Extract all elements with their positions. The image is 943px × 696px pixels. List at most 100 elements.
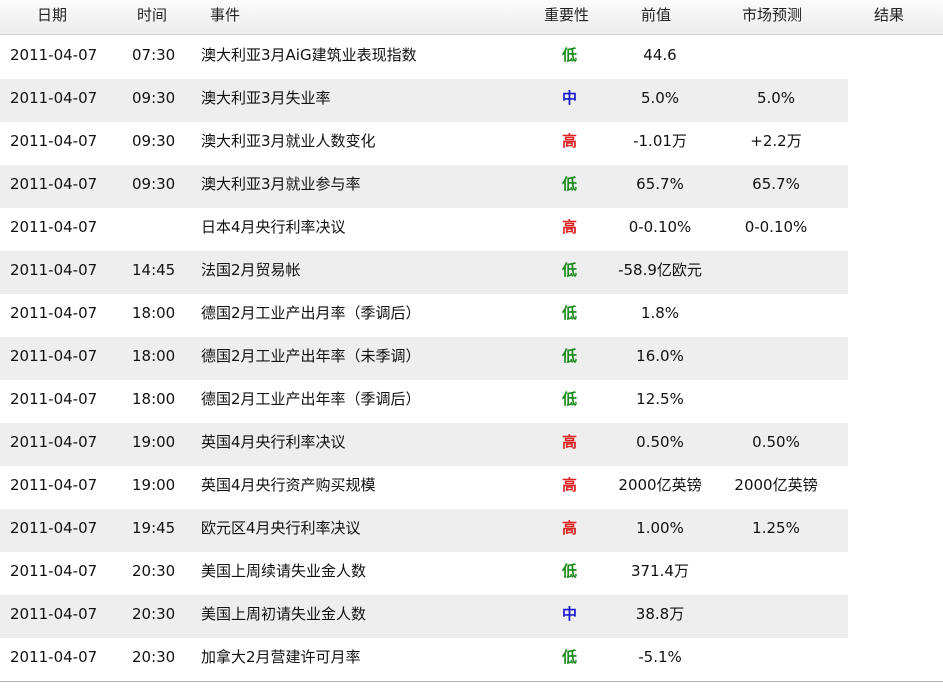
table-row: 2011-04-07 09:30 澳大利亚3月就业人数变化 高 -1.01万 +…: [0, 122, 848, 165]
header-previous[interactable]: 前值: [641, 0, 671, 30]
table-row: 2011-04-07 07:30 澳大利亚3月AiG建筑业表现指数 低 44.6: [0, 36, 848, 79]
table-row: 2011-04-07 09:30 澳大利亚3月失业率 中 5.0% 5.0%: [0, 79, 848, 122]
header-importance[interactable]: 重要性: [544, 0, 589, 30]
header-event[interactable]: 事件: [210, 0, 240, 30]
cell-importance: 中: [562, 89, 578, 107]
cell-importance: 低: [562, 390, 578, 408]
cell-date: 2011-04-07: [10, 648, 98, 666]
cell-date: 2011-04-07: [10, 390, 98, 408]
header-forecast[interactable]: 市场预测: [742, 0, 802, 30]
cell-event[interactable]: 德国2月工业产出年率（季调后）: [201, 380, 421, 423]
cell-time: 20:30: [132, 605, 176, 623]
cell-event[interactable]: 澳大利亚3月失业率: [201, 79, 331, 122]
cell-event[interactable]: 澳大利亚3月就业参与率: [201, 165, 361, 208]
cell-date: 2011-04-07: [10, 175, 98, 193]
table-row: 2011-04-07 18:00 德国2月工业产出年率（季调后） 低 12.5%: [0, 380, 848, 423]
cell-importance: 低: [562, 304, 578, 322]
table-row: 2011-04-07 19:00 英国4月央行利率决议 高 0.50% 0.50…: [0, 423, 848, 466]
cell-previous: 44.6: [643, 46, 677, 64]
cell-date: 2011-04-07: [10, 304, 98, 322]
cell-date: 2011-04-07: [10, 476, 98, 494]
cell-forecast: [726, 638, 826, 681]
table-row: 2011-04-07 19:45 欧元区4月央行利率决议 高 1.00% 1.2…: [0, 509, 848, 552]
table-row: 2011-04-07 14:45 法国2月贸易帐 低 -58.9亿欧元: [0, 251, 848, 294]
cell-previous: 0-0.10%: [628, 218, 692, 236]
cell-forecast: 5.0%: [756, 89, 796, 107]
cell-time: 18:00: [132, 390, 176, 408]
cell-event[interactable]: 澳大利亚3月就业人数变化: [201, 122, 376, 165]
cell-importance: 低: [562, 261, 578, 279]
cell-date: 2011-04-07: [10, 218, 98, 236]
cell-forecast: 0-0.10%: [744, 218, 808, 236]
cell-date: 2011-04-07: [10, 347, 98, 365]
cell-previous: 2000亿英镑: [618, 476, 702, 494]
cell-forecast: 1.25%: [752, 519, 800, 537]
cell-event[interactable]: 日本4月央行利率决议: [201, 208, 346, 251]
cell-forecast: 0.50%: [752, 433, 800, 451]
cell-event[interactable]: 美国上周初请失业金人数: [201, 595, 366, 638]
cell-previous: 12.5%: [636, 390, 684, 408]
cell-previous: 16.0%: [636, 347, 684, 365]
cell-time: 20:30: [132, 562, 176, 580]
cell-forecast: [726, 36, 826, 79]
cell-time: 14:45: [132, 261, 176, 279]
cell-importance: 低: [562, 648, 578, 666]
cell-importance: 高: [562, 476, 578, 494]
cell-date: 2011-04-07: [10, 562, 98, 580]
cell-time: 19:00: [132, 433, 176, 451]
table-header: 日期 时间 事件 重要性 前值 市场预测 结果: [0, 0, 943, 35]
cell-previous: 0.50%: [636, 433, 684, 451]
cell-importance: 低: [562, 562, 578, 580]
cell-importance: 低: [562, 46, 578, 64]
cell-previous: 371.4万: [631, 562, 689, 580]
cell-event[interactable]: 英国4月央行资产购买规模: [201, 466, 376, 509]
cell-event[interactable]: 澳大利亚3月AiG建筑业表现指数: [201, 36, 417, 79]
cell-time: 09:30: [132, 89, 176, 107]
cell-previous: -1.01万: [633, 132, 687, 150]
cell-event[interactable]: 英国4月央行利率决议: [201, 423, 346, 466]
table-row: 2011-04-07 20:30 加拿大2月营建许可月率 低 -5.1%: [0, 638, 848, 681]
header-date[interactable]: 日期: [37, 0, 67, 30]
cell-time: 19:00: [132, 476, 176, 494]
cell-forecast: [726, 552, 826, 595]
cell-forecast: [726, 294, 826, 337]
cell-event[interactable]: 加拿大2月营建许可月率: [201, 638, 361, 681]
cell-time: 07:30: [132, 46, 176, 64]
cell-time: 09:30: [132, 132, 176, 150]
cell-forecast: [726, 380, 826, 423]
header-result[interactable]: 结果: [874, 0, 904, 30]
table-row: 2011-04-07 18:00 德国2月工业产出月率（季调后） 低 1.8%: [0, 294, 848, 337]
cell-previous: -5.1%: [638, 648, 682, 666]
cell-event[interactable]: 美国上周续请失业金人数: [201, 552, 366, 595]
table-bottom-border: [0, 681, 943, 682]
cell-importance: 高: [562, 519, 578, 537]
cell-time: 19:45: [132, 519, 176, 537]
cell-importance: 高: [562, 433, 578, 451]
cell-date: 2011-04-07: [10, 132, 98, 150]
cell-event[interactable]: 欧元区4月央行利率决议: [201, 509, 361, 552]
cell-time: 18:00: [132, 304, 176, 322]
cell-importance: 低: [562, 175, 578, 193]
cell-time: 18:00: [132, 347, 176, 365]
cell-date: 2011-04-07: [10, 261, 98, 279]
cell-forecast: +2.2万: [750, 132, 802, 150]
table-row: 2011-04-07 18:00 德国2月工业产出年率（未季调） 低 16.0%: [0, 337, 848, 380]
cell-previous: -58.9亿欧元: [618, 261, 702, 279]
header-time[interactable]: 时间: [137, 0, 167, 30]
calendar-table-body: 2011-04-07 07:30 澳大利亚3月AiG建筑业表现指数 低 44.6…: [0, 36, 848, 681]
table-row: 2011-04-07 19:00 英国4月央行资产购买规模 高 2000亿英镑 …: [0, 466, 848, 509]
cell-event[interactable]: 德国2月工业产出年率（未季调）: [201, 337, 421, 380]
cell-forecast: [726, 337, 826, 380]
cell-forecast: 2000亿英镑: [734, 476, 818, 494]
cell-forecast: 65.7%: [752, 175, 800, 193]
cell-importance: 高: [562, 218, 578, 236]
cell-event[interactable]: 德国2月工业产出月率（季调后）: [201, 294, 421, 337]
cell-date: 2011-04-07: [10, 519, 98, 537]
table-row: 2011-04-07 20:30 美国上周续请失业金人数 低 371.4万: [0, 552, 848, 595]
cell-date: 2011-04-07: [10, 46, 98, 64]
cell-date: 2011-04-07: [10, 605, 98, 623]
cell-event[interactable]: 法国2月贸易帐: [201, 251, 301, 294]
table-row: 2011-04-07 日本4月央行利率决议 高 0-0.10% 0-0.10%: [0, 208, 848, 251]
table-row: 2011-04-07 20:30 美国上周初请失业金人数 中 38.8万: [0, 595, 848, 638]
cell-previous: 1.00%: [636, 519, 684, 537]
